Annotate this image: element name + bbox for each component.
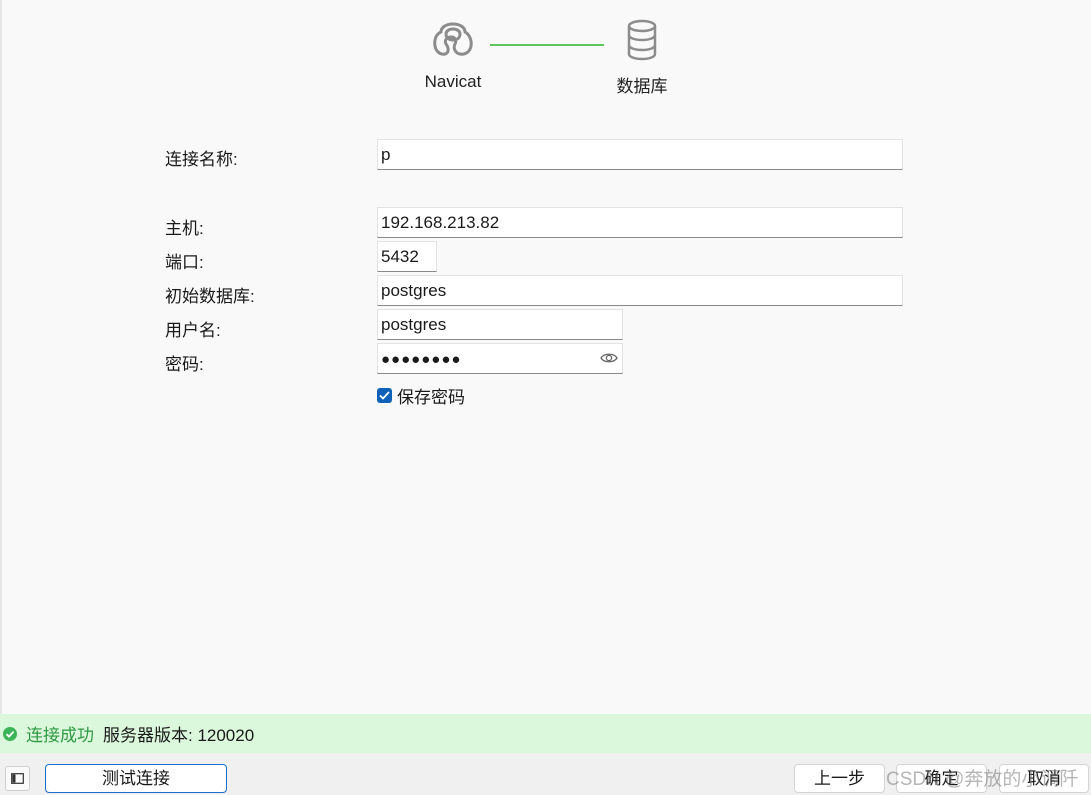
step-database: 数据库 (602, 18, 682, 97)
connection-name-label: 连接名称: (165, 150, 238, 169)
connection-name-value: p (381, 145, 391, 164)
connection-wizard: Navicat 数据库 连接名称: p 主机: 192.168.213.82 端… (0, 0, 1091, 714)
status-message: 连接成功 (26, 726, 94, 745)
port-label: 端口: (165, 253, 204, 272)
server-version: 服务器版本: 120020 (103, 726, 255, 745)
initial-database-label: 初始数据库: (165, 287, 255, 306)
previous-button[interactable]: 上一步 (794, 764, 885, 793)
password-value: ●●●●●●●● (381, 351, 462, 368)
test-connection-button[interactable]: 测试连接 (45, 764, 227, 793)
database-icon (627, 19, 657, 61)
dialog-footer: 测试连接 上一步 确定 取消 (0, 753, 1091, 795)
password-label: 密码: (165, 355, 204, 374)
ok-button[interactable]: 确定 (896, 764, 987, 793)
initial-database-value: postgres (381, 281, 447, 300)
eye-icon[interactable] (600, 351, 618, 365)
save-password-option[interactable]: 保存密码 (377, 383, 465, 408)
sidebar-toggle-icon (11, 773, 24, 784)
username-label: 用户名: (165, 321, 221, 340)
host-label: 主机: (165, 219, 204, 238)
step-label-database: 数据库 (616, 77, 668, 96)
initial-database-field[interactable]: postgres (377, 275, 903, 306)
save-password-label: 保存密码 (397, 388, 465, 407)
step-label-navicat: Navicat (424, 72, 482, 91)
port-field[interactable]: 5432 (377, 241, 437, 272)
save-password-checkbox[interactable] (377, 388, 392, 403)
username-value: postgres (381, 315, 447, 334)
connection-name-field[interactable]: p (377, 139, 903, 170)
host-field[interactable]: 192.168.213.82 (377, 207, 903, 238)
step-connector (490, 44, 604, 46)
port-value: 5432 (381, 247, 419, 266)
username-field[interactable]: postgres (377, 309, 623, 340)
checkmark-icon (379, 391, 390, 400)
check-circle-icon (3, 727, 17, 741)
host-value: 192.168.213.82 (381, 213, 500, 232)
step-navicat: Navicat (412, 18, 494, 92)
sidebar-toggle-button[interactable] (5, 766, 30, 791)
password-field[interactable]: ●●●●●●●● (377, 343, 623, 374)
cancel-button[interactable]: 取消 (999, 764, 1089, 793)
navicat-logo-icon (433, 22, 473, 56)
connection-status-bar: 连接成功 服务器版本: 120020 (0, 714, 1091, 753)
